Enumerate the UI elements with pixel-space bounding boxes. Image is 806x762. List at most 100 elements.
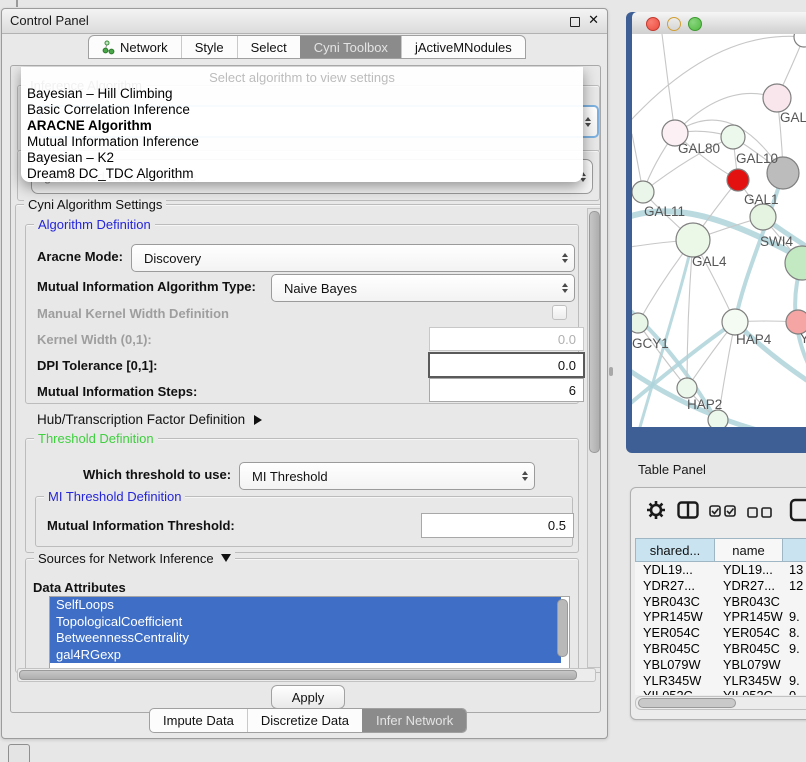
network-canvas[interactable]: GALGAL80GAL10GAL1SWI4GAL11GAL4GCY1HAP4YH… — [632, 34, 806, 427]
dpi-tolerance-value: 0.0 — [558, 358, 576, 373]
node-gal10[interactable] — [721, 125, 745, 149]
node-red[interactable] — [727, 169, 749, 191]
tab-impute-data[interactable]: Impute Data — [150, 709, 247, 732]
select-all-checkboxes-icon[interactable] — [709, 504, 737, 522]
table-row[interactable]: YDL19...YDL19...13 — [635, 562, 806, 578]
table-cell: YBR043C — [635, 594, 715, 610]
data-attributes-label: Data Attributes — [33, 580, 126, 595]
table-row[interactable]: YBR045CYBR045C9. — [635, 641, 806, 657]
node-gal4[interactable] — [676, 223, 710, 257]
table-horizontal-scrollbar[interactable] — [635, 696, 806, 710]
mi-type-combo[interactable]: Naive Bayes — [271, 274, 575, 302]
list-vertical-scrollbar[interactable] — [556, 598, 568, 668]
column-header-name[interactable]: name — [715, 538, 783, 562]
threshold-definition-title: Threshold Definition — [34, 431, 158, 446]
network-window-titlebar[interactable] — [632, 12, 806, 35]
attribute-item-gal4rgexp[interactable]: gal4RGexp — [50, 647, 561, 664]
dpi-tolerance-field[interactable]: 0.0 — [428, 352, 585, 378]
popup-item-mutual-information-inference[interactable]: Mutual Information Inference — [21, 134, 583, 150]
table-row[interactable]: YER054CYER054C8. — [635, 625, 806, 641]
node-unlabeled-top[interactable] — [794, 34, 806, 47]
algorithm-popup: Select algorithm to view settings Bayesi… — [21, 67, 583, 182]
scrollbar-thumb[interactable] — [557, 599, 568, 657]
scrollbar-thumb[interactable] — [589, 211, 600, 453]
table-row[interactable]: YBL079WYBL079W — [635, 657, 806, 673]
node-hap2[interactable] — [677, 378, 697, 398]
tab-cyni-toolbox[interactable]: Cyni Toolbox — [300, 36, 401, 58]
tab-network[interactable]: Network — [89, 36, 181, 58]
deselect-all-checkboxes-icon[interactable] — [747, 505, 773, 523]
network-edge — [632, 36, 804, 130]
combo-stepper-icon — [556, 253, 574, 263]
which-threshold-combo[interactable]: MI Threshold — [239, 462, 535, 490]
node-gal-partial[interactable] — [763, 84, 791, 112]
settings-horizontal-scrollbar[interactable] — [17, 668, 596, 682]
combo-stepper-icon — [516, 471, 534, 481]
table-row[interactable]: YBR043CYBR043C — [635, 594, 806, 610]
table-row[interactable]: YLR345WYLR345W9. — [635, 673, 806, 689]
scrollbar-thumb[interactable] — [19, 670, 577, 680]
popup-item-basic-correlation-inference[interactable]: Basic Correlation Inference — [21, 102, 583, 118]
popup-item-dream8-dc-tdc-algorithm[interactable]: Dream8 DC_TDC Algorithm — [21, 166, 583, 182]
aracne-mode-combo[interactable]: Discovery — [131, 244, 575, 272]
tab-style[interactable]: Style — [181, 36, 237, 58]
sources-group-title[interactable]: Sources for Network Inference — [34, 551, 235, 566]
data-attributes-list[interactable]: SelfLoopsTopologicalCoefficientBetweenne… — [49, 596, 570, 670]
network-icon — [102, 40, 115, 55]
control-panel-body: Inference Algorithm galFiltered.sif defa… — [10, 65, 601, 713]
minimize-traffic-light-icon[interactable] — [667, 17, 681, 31]
table-cell: 12 — [783, 578, 806, 594]
attribute-item-topologicalcoefficient[interactable]: TopologicalCoefficient — [50, 614, 561, 631]
kernel-width-field[interactable]: 0.0 — [429, 327, 584, 351]
close-icon[interactable]: ✕ — [588, 12, 599, 28]
table-cell: YER054C — [715, 625, 783, 641]
close-traffic-light-icon[interactable] — [646, 17, 660, 31]
node-gal1[interactable] — [750, 204, 776, 230]
settings-vertical-scrollbar[interactable] — [587, 208, 601, 668]
tab-jactivemnodules[interactable]: jActiveMNodules — [401, 36, 525, 58]
mi-steps-field[interactable]: 6 — [429, 378, 584, 402]
table-cell: YBR045C — [715, 641, 783, 657]
table-cell: YPR145W — [715, 609, 783, 625]
partial-toolbar-icon[interactable] — [789, 498, 806, 527]
which-threshold-label: Which threshold to use: — [83, 467, 231, 482]
mi-threshold-value: 0.5 — [548, 518, 566, 533]
mi-threshold-field[interactable]: 0.5 — [421, 513, 574, 538]
attribute-item-betweennesscentrality[interactable]: BetweennessCentrality — [50, 630, 561, 647]
popup-item-bayesian-hill-climbing[interactable]: Bayesian – Hill Climbing — [21, 86, 583, 102]
manual-kernel-checkbox[interactable] — [552, 305, 567, 320]
tab-label: Infer Network — [376, 710, 453, 731]
node-label-gal11: GAL11 — [644, 204, 685, 219]
column-header-shared[interactable]: shared... — [635, 538, 715, 562]
attribute-item-selfloops[interactable]: SelfLoops — [50, 597, 561, 614]
float-window-icon[interactable] — [570, 17, 580, 27]
tab-infer-network[interactable]: Infer Network — [362, 709, 466, 732]
node-bottom[interactable] — [708, 410, 728, 427]
column-header-a[interactable]: A — [783, 538, 806, 562]
table-row[interactable]: YDR27...YDR27...12 — [635, 578, 806, 594]
scrollbar-thumb[interactable] — [638, 698, 736, 708]
panel-divider-nub[interactable] — [609, 367, 613, 376]
screen: Control Panel ✕ NetworkStyleSelectCyni T… — [0, 0, 806, 762]
popup-item-bayesian-k2[interactable]: Bayesian – K2 — [21, 150, 583, 166]
hub-definition-expander[interactable]: Hub/Transcription Factor Definition — [37, 412, 262, 427]
collapse-arrow-icon — [221, 554, 231, 562]
node-gal11[interactable] — [632, 181, 654, 203]
table-row[interactable]: YPR145WYPR145W9. — [635, 609, 806, 625]
gear-icon[interactable] — [645, 499, 667, 526]
apply-button[interactable]: Apply — [271, 685, 345, 709]
tab-label: jActiveMNodules — [415, 37, 512, 58]
table-row[interactable]: YIL052CYIL052C0. — [635, 688, 806, 695]
control-panel-window: Control Panel ✕ NetworkStyleSelectCyni T… — [1, 8, 608, 739]
node-gcy1[interactable] — [632, 313, 648, 333]
manual-kernel-label: Manual Kernel Width Definition — [37, 306, 229, 321]
zoom-traffic-light-icon[interactable] — [688, 17, 702, 31]
tab-discretize-data[interactable]: Discretize Data — [247, 709, 362, 732]
column-layout-icon[interactable] — [677, 501, 699, 524]
dpi-tolerance-label: DPI Tolerance [0,1]: — [37, 358, 157, 373]
tab-select[interactable]: Select — [237, 36, 300, 58]
popup-item-aracne-algorithm[interactable]: ARACNE Algorithm — [21, 118, 583, 134]
grip-square[interactable] — [8, 744, 30, 762]
network-view-window: GALGAL80GAL10GAL1SWI4GAL11GAL4GCY1HAP4YH… — [626, 12, 806, 453]
tab-label: Cyni Toolbox — [314, 37, 388, 58]
